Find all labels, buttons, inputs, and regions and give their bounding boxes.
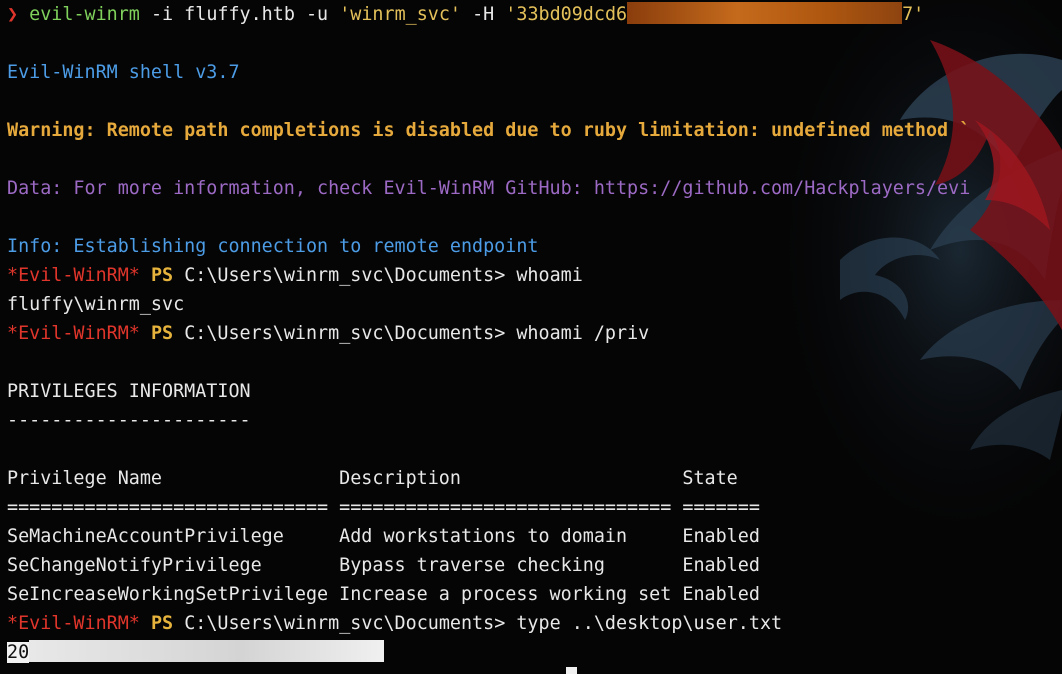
command-hash-end: 7' — [902, 4, 925, 25]
prompt-ps: PS — [150, 613, 174, 634]
prompt-line-2: *Evil-WinRM* PS C:\Users\winrm_svc\Docum… — [7, 319, 649, 348]
table-row: SeIncreaseWorkingSetPrivilege Increase a… — [7, 584, 760, 605]
table-row: SeChangeNotifyPrivilege Bypass traverse … — [7, 555, 760, 576]
privileges-title: PRIVILEGES INFORMATION — [7, 381, 251, 402]
prompt-path: C:\Users\winrm_svc\Documents> — [184, 265, 506, 286]
command-user: 'winrm_svc' — [339, 4, 461, 25]
prompt-arrow-icon: ❯ — [7, 4, 19, 25]
prompt-path: C:\Users\winrm_svc\Documents> — [184, 613, 506, 634]
command-hash-start: '33bd09dcd6 — [505, 4, 628, 25]
data-line: Data: For more information, check Evil-W… — [7, 178, 971, 199]
privileges-title-rule: ---------------------- — [7, 410, 251, 431]
typed-command: whoami — [516, 265, 583, 286]
prompt-line-1: *Evil-WinRM* PS C:\Users\winrm_svc\Docum… — [7, 261, 583, 290]
prompt-tag: *Evil-WinRM* — [7, 323, 140, 344]
command-args: -i fluffy.htb -u — [139, 4, 340, 25]
typed-command: type ..\desktop\user.txt — [516, 613, 783, 634]
privileges-table-rule: ============================= ==========… — [7, 497, 760, 518]
redaction-block-flag — [29, 640, 385, 662]
prompt-ps: PS — [150, 323, 174, 344]
flag-output-line: 20 — [7, 638, 385, 667]
command-hash-flag: -H — [461, 4, 506, 25]
table-row: SeMachineAccountPrivilege Add workstatio… — [7, 526, 760, 547]
typed-command: whoami /priv — [516, 323, 650, 344]
privileges-table-header: Privilege Name Description State — [7, 468, 738, 489]
prompt-path: C:\Users\winrm_svc\Documents> — [184, 323, 506, 344]
info-line: Info: Establishing connection to remote … — [7, 236, 539, 257]
prompt-tag: *Evil-WinRM* — [7, 265, 140, 286]
redaction-block-hash — [627, 2, 903, 24]
prompt-ps: PS — [150, 265, 174, 286]
command-program: evil-winrm — [29, 4, 140, 25]
command-line: ❯ evil-winrm -i fluffy.htb -u 'winrm_svc… — [7, 0, 924, 29]
warning-line: Warning: Remote path completions is disa… — [7, 120, 971, 141]
whoami-output: fluffy\winrm_svc — [7, 294, 185, 315]
flag-prefix: 20 — [7, 642, 30, 663]
prompt-tag: *Evil-WinRM* — [7, 613, 140, 634]
prompt-line-3: *Evil-WinRM* PS C:\Users\winrm_svc\Docum… — [7, 609, 782, 638]
terminal-cursor — [566, 667, 577, 674]
banner-line: Evil-WinRM shell v3.7 — [7, 62, 240, 83]
